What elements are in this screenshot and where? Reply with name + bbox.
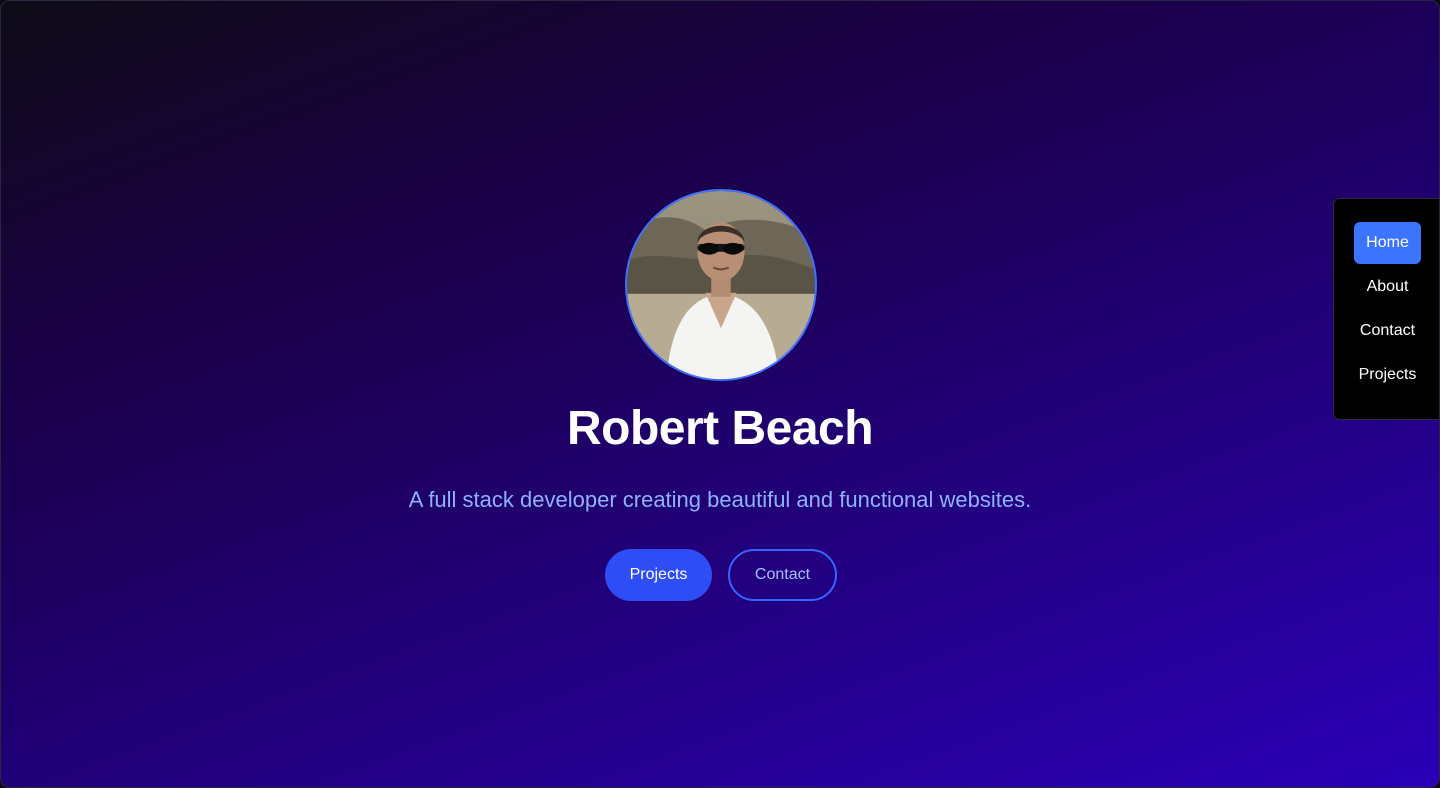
app-window: Robert Beach A full stack developer crea… [0, 0, 1440, 788]
hero-section: Robert Beach A full stack developer crea… [1, 1, 1439, 787]
nav-item-projects[interactable]: Projects [1354, 354, 1421, 396]
nav-item-home[interactable]: Home [1354, 222, 1421, 264]
page-title: Robert Beach [566, 402, 874, 455]
nav-item-contact[interactable]: Contact [1354, 310, 1421, 352]
tagline: A full stack developer creating beautifu… [408, 487, 1032, 512]
profile-photo-icon [627, 191, 815, 379]
side-nav: Home About Contact Projects [1333, 198, 1439, 420]
projects-button[interactable]: Projects [605, 549, 712, 601]
contact-button[interactable]: Contact [728, 549, 837, 601]
nav-item-about[interactable]: About [1354, 266, 1421, 308]
avatar [625, 189, 817, 381]
